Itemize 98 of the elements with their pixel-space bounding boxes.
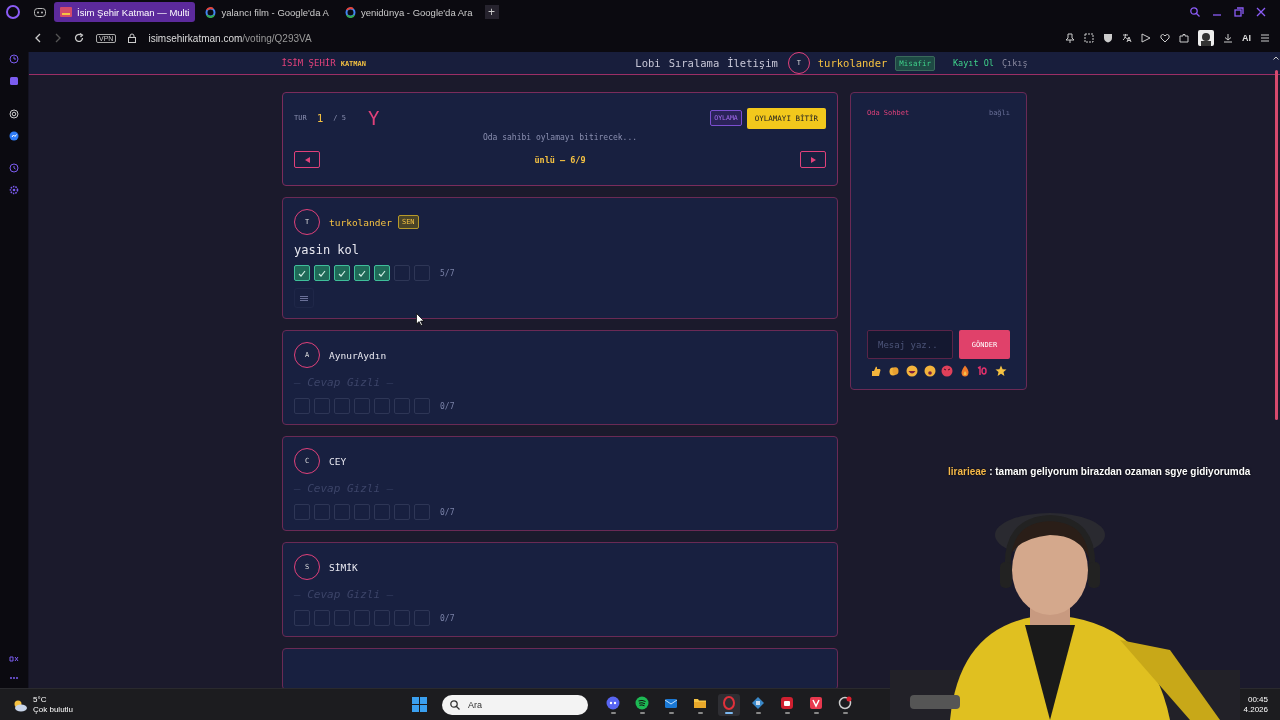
forward-icon[interactable] (54, 33, 62, 43)
message-input[interactable]: Mesaj yaz.. (867, 330, 953, 359)
browser-tab[interactable]: yenidünya - Google'da Ara (338, 2, 479, 22)
address-field[interactable]: isimsehirkatman.com/voting/Q293VA (148, 32, 312, 44)
vote-count: 0/7 (440, 507, 455, 517)
fist-app-icon[interactable] (780, 695, 794, 710)
reload-icon[interactable] (74, 33, 84, 43)
check-icon (358, 269, 366, 277)
vote-checkbox[interactable] (314, 265, 330, 281)
vote-checkbox[interactable] (294, 265, 310, 281)
vote-checkbox[interactable] (354, 265, 370, 281)
check-icon (378, 269, 386, 277)
username: turkolander (817, 57, 888, 69)
dial-app-icon[interactable] (838, 695, 852, 710)
vote-count: 5/7 (440, 268, 455, 278)
star-icon[interactable] (994, 365, 1007, 377)
mouse-cursor-icon (416, 313, 425, 326)
vote-count: 0/7 (440, 613, 455, 623)
settings-icon[interactable] (9, 185, 19, 195)
back-icon[interactable] (34, 33, 42, 43)
laughing-face-icon[interactable] (905, 365, 918, 377)
close-icon[interactable] (1256, 7, 1266, 17)
category-label: ünlü — 6/9 (533, 154, 587, 165)
logout-link[interactable]: Çıkış (1001, 58, 1028, 68)
vote-checkbox[interactable] (334, 265, 350, 281)
previous-button[interactable] (294, 151, 320, 168)
status-message: Oda sahibi oylamayı bitirecek... (481, 133, 639, 142)
nav-link[interactable]: İletişim (727, 57, 778, 69)
clock-time: 00:45 (1247, 694, 1268, 705)
site-favicon-icon (60, 7, 72, 17)
score-mark-icon[interactable] (977, 365, 990, 377)
list-button[interactable] (294, 288, 314, 308)
surprised-face-icon[interactable] (923, 365, 936, 377)
search-icon[interactable] (1190, 7, 1200, 17)
menu-icon[interactable] (1260, 33, 1270, 43)
temperature: 5°C (33, 694, 48, 705)
square-app-icon[interactable] (9, 76, 19, 86)
left-triangle-icon (304, 156, 310, 163)
new-tab-button[interactable]: + (484, 5, 499, 19)
player-name: AynurAydın (329, 349, 387, 361)
opera-logo-icon[interactable] (6, 5, 20, 19)
history-icon[interactable] (9, 163, 19, 173)
logo-text[interactable]: İSİM ŞEHİR (281, 58, 336, 68)
list-icon (300, 295, 308, 301)
colored-circle-icon (205, 6, 217, 18)
weather-condition: Çok bulutlu (33, 704, 74, 715)
nav-link[interactable]: Lobi (635, 57, 661, 69)
player-name: CEY (329, 455, 347, 467)
player-name: turkolander (329, 216, 392, 228)
search-placeholder: Ara (468, 699, 482, 710)
gx-logo-icon[interactable] (9, 656, 19, 662)
heart-icon[interactable] (1160, 33, 1170, 43)
lock-icon (128, 33, 137, 43)
check-icon (298, 269, 306, 277)
shield-icon[interactable] (1103, 33, 1113, 43)
taskbar-search-field[interactable]: Ara (442, 694, 588, 715)
profile-avatar-icon[interactable] (1198, 30, 1214, 46)
translate-icon[interactable] (1122, 33, 1132, 43)
clock-date: 4.2026 (1243, 704, 1268, 715)
download-icon[interactable] (1223, 33, 1233, 43)
clock-icon[interactable] (9, 54, 19, 64)
send-icon[interactable] (1141, 33, 1151, 43)
angry-face-icon[interactable] (941, 365, 954, 377)
right-triangle-icon (810, 156, 816, 163)
spiral-icon[interactable] (9, 109, 19, 119)
game-controller-app-icon[interactable] (606, 695, 620, 710)
browser-tab[interactable]: yalancı film - Google'da A (199, 2, 335, 22)
next-button[interactable] (800, 151, 826, 168)
search-icon (450, 699, 460, 710)
round-number: 1 (316, 111, 324, 125)
ai-button[interactable]: AI (1242, 33, 1251, 43)
extension-icon[interactable] (1179, 33, 1189, 43)
scrollbar-thumb[interactable] (1275, 70, 1278, 420)
thumbs-up-icon[interactable] (870, 365, 882, 377)
chat-bubble-icon[interactable] (9, 131, 19, 141)
restore-icon[interactable] (1234, 7, 1244, 17)
v-app-icon[interactable] (809, 695, 823, 710)
music-app-icon[interactable] (635, 695, 649, 710)
scroll-up-icon[interactable] (1273, 56, 1279, 60)
cube-app-icon[interactable] (751, 695, 765, 710)
check-icon (318, 269, 326, 277)
windows-start-icon[interactable] (412, 697, 427, 712)
pin-icon[interactable] (1065, 33, 1075, 43)
stream-chat-message: lirarieae : tamam geliyorum birazdan ozaman sgye gidiyorumda (948, 466, 1251, 477)
vote-checkbox[interactable] (374, 265, 390, 281)
player-name: SİMİK (329, 561, 358, 573)
more-icon[interactable] (9, 676, 19, 680)
round-letter: Y (367, 107, 380, 129)
answer-text: yasin kol (294, 243, 361, 259)
register-link[interactable]: Kayıt Ol (952, 58, 994, 68)
vote-count: 0/7 (440, 401, 455, 411)
browser-app-icon[interactable] (722, 695, 736, 710)
browser-tab[interactable]: İsim Şehir Katman — Multi (54, 2, 196, 22)
nav-link[interactable]: Sıralama (668, 57, 720, 69)
snapshot-icon[interactable] (1084, 33, 1094, 43)
colored-circle-icon (344, 6, 356, 18)
check-icon (338, 269, 346, 277)
gamepad-icon[interactable] (34, 7, 46, 17)
